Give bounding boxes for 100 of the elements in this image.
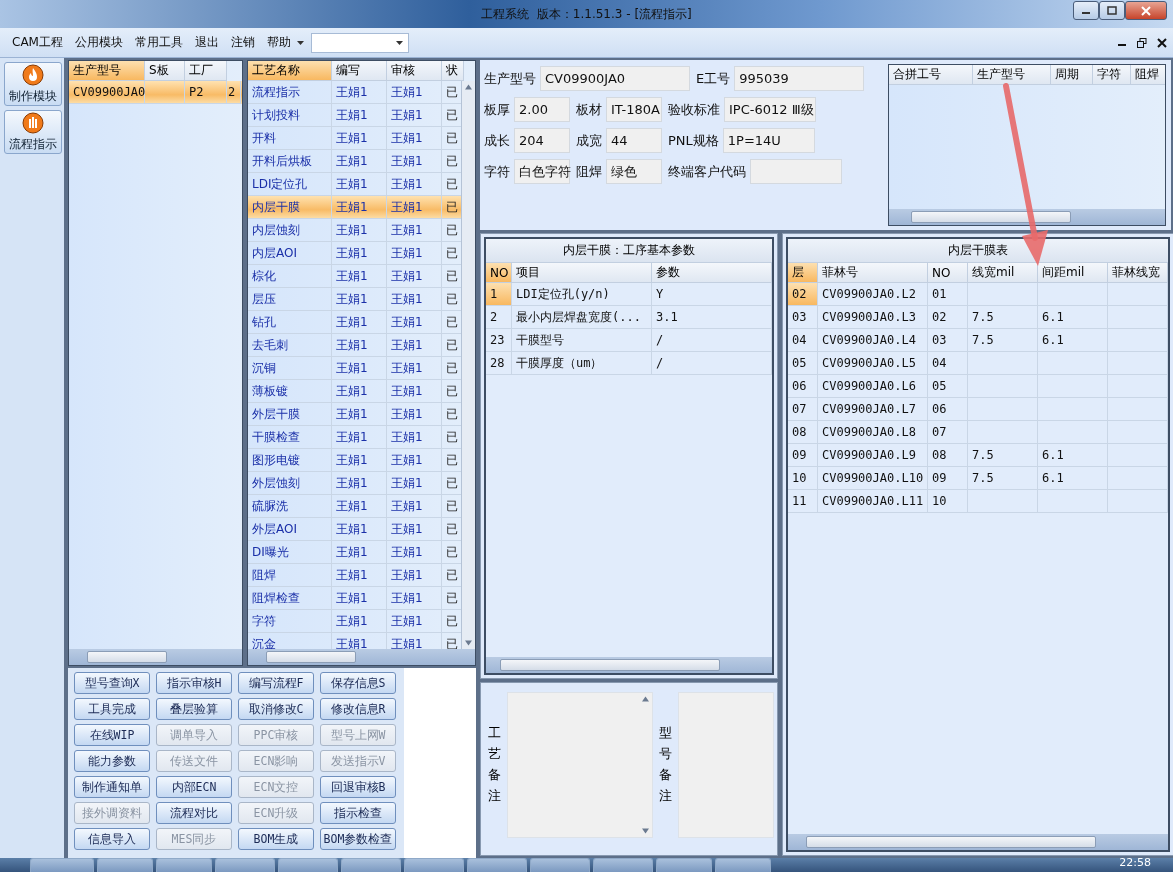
column-header[interactable]: 审核 [387, 61, 442, 81]
grid-row[interactable]: 04 CV09900JA0.L4 03 7.5 6.1 [788, 329, 1168, 352]
action-button[interactable]: 叠层验算 [156, 698, 232, 720]
column-header[interactable]: 合拼工号 [889, 65, 973, 85]
action-button[interactable]: BOM生成 [238, 828, 314, 850]
grid-row[interactable]: 1 LDI定位孔(y/n) Y [486, 283, 772, 306]
action-button[interactable]: 制作通知单 [74, 776, 150, 798]
action-button[interactable]: 取消修改C [238, 698, 314, 720]
taskbar-button[interactable] [156, 858, 212, 872]
input-field[interactable]: CV09900JA0 [540, 66, 690, 91]
column-header[interactable]: 参数 [652, 263, 772, 283]
input-field[interactable]: 白色字符 [514, 159, 570, 184]
grid-row[interactable]: 28 干膜厚度（um） / [486, 352, 772, 375]
action-button[interactable]: 指示审核H [156, 672, 232, 694]
grid-row[interactable]: 内层干膜 王娟1 王娟1 已 [248, 196, 461, 219]
action-button[interactable]: 能力参数 [74, 750, 150, 772]
horizontal-scrollbar[interactable] [486, 656, 772, 673]
column-header[interactable]: 周期 [1051, 65, 1093, 85]
action-button[interactable]: 在线WIP [74, 724, 150, 746]
taskbar-button[interactable] [593, 858, 653, 872]
column-header[interactable]: NO [486, 263, 512, 283]
caret-icon[interactable] [296, 39, 305, 46]
minimize-button[interactable] [1073, 1, 1099, 20]
input-field[interactable]: IPC-6012 Ⅲ级 [724, 97, 816, 122]
input-field[interactable]: 44 [606, 128, 662, 153]
grid-row[interactable]: CV09900JA0 P2 2 [69, 81, 242, 104]
column-header[interactable]: 状 [442, 61, 464, 81]
input-field[interactable]: 绿色 [606, 159, 662, 184]
horizontal-scrollbar[interactable] [889, 209, 1165, 225]
taskbar-button[interactable] [30, 858, 94, 872]
taskbar-button[interactable] [215, 858, 275, 872]
restore-icon[interactable] [1137, 37, 1147, 48]
column-header[interactable]: 间距mil [1038, 263, 1108, 283]
grid-row[interactable]: 08 CV09900JA0.L8 07 [788, 421, 1168, 444]
column-header[interactable]: 工厂 [185, 61, 227, 81]
close-icon[interactable] [1157, 37, 1167, 48]
column-header[interactable]: 项目 [512, 263, 652, 283]
action-button[interactable]: 信息导入 [74, 828, 150, 850]
scroll-up-icon[interactable] [641, 695, 649, 702]
action-button[interactable]: BOM参数检查 [320, 828, 396, 850]
grid-row[interactable]: 05 CV09900JA0.L5 04 [788, 352, 1168, 375]
maximize-button[interactable] [1099, 1, 1125, 20]
action-button[interactable]: 流程对比 [156, 802, 232, 824]
column-header[interactable]: 菲林号 [818, 263, 928, 283]
taskbar-button[interactable] [467, 858, 527, 872]
column-header[interactable]: 层 [788, 263, 818, 283]
action-button[interactable]: 工具完成 [74, 698, 150, 720]
scroll-down-icon[interactable] [641, 828, 649, 834]
input-field[interactable]: 1P=14U [722, 128, 815, 153]
grid-row[interactable]: 07 CV09900JA0.L7 06 [788, 398, 1168, 421]
action-button[interactable]: 回退审核B [320, 776, 396, 798]
column-header[interactable]: 生产型号 [69, 61, 145, 81]
menu-item[interactable]: 注销 [224, 34, 261, 51]
action-button[interactable]: 指示检查 [320, 802, 396, 824]
grid-row[interactable]: 09 CV09900JA0.L9 08 7.5 6.1 [788, 444, 1168, 467]
grid-row[interactable]: 02 CV09900JA0.L2 01 [788, 283, 1168, 306]
taskbar-button[interactable] [404, 858, 464, 872]
horizontal-scrollbar[interactable] [248, 649, 475, 665]
grid-row[interactable]: 23 干膜型号 / [486, 329, 772, 352]
column-header[interactable]: S板 [145, 61, 185, 81]
input-field[interactable]: 995039 [734, 66, 865, 91]
menu-item[interactable]: CAM工程 [6, 34, 69, 51]
action-button[interactable]: 型号查询X [74, 672, 150, 694]
input-field[interactable]: IT-180A [606, 97, 662, 122]
column-header[interactable]: 菲林线宽 [1108, 263, 1168, 283]
close-button[interactable] [1125, 1, 1167, 20]
input-field[interactable]: 204 [514, 128, 570, 153]
taskbar-button[interactable] [715, 858, 771, 872]
column-header[interactable]: 字符 [1093, 65, 1131, 85]
menu-item[interactable]: 公用模块 [68, 34, 129, 51]
horizontal-scrollbar[interactable] [69, 649, 242, 665]
module-button[interactable]: 制作模块 [4, 62, 62, 106]
module-button[interactable]: 流程指示 [4, 110, 62, 154]
menu-item[interactable]: 帮助 [260, 34, 297, 51]
input-field[interactable]: 2.00 [514, 97, 570, 122]
action-button[interactable]: 修改信息R [320, 698, 396, 720]
column-header[interactable]: 编写 [332, 61, 387, 81]
scroll-down-icon[interactable] [465, 640, 472, 646]
grid-row[interactable]: 06 CV09900JA0.L6 05 [788, 375, 1168, 398]
column-header[interactable]: NO [928, 263, 968, 283]
notes-field[interactable] [507, 691, 653, 838]
combo-box[interactable] [310, 32, 409, 53]
menu-item[interactable]: 退出 [188, 34, 225, 51]
grid-row[interactable]: 11 CV09900JA0.L11 10 [788, 490, 1168, 513]
grid-row[interactable]: 10 CV09900JA0.L10 09 7.5 6.1 [788, 467, 1168, 490]
maximize-icon[interactable] [1107, 5, 1117, 16]
taskbar-button[interactable] [278, 858, 338, 872]
column-header[interactable]: 生产型号 [973, 65, 1051, 85]
action-button[interactable]: 保存信息S [320, 672, 396, 694]
taskbar-button[interactable] [656, 858, 712, 872]
grid-row[interactable]: 03 CV09900JA0.L3 02 7.5 6.1 [788, 306, 1168, 329]
horizontal-scrollbar[interactable] [788, 834, 1168, 850]
action-button[interactable]: 内部ECN [156, 776, 232, 798]
action-button[interactable]: 编写流程F [238, 672, 314, 694]
input-field[interactable] [750, 159, 842, 184]
taskbar-button[interactable] [341, 858, 401, 872]
column-header[interactable]: 阻焊 [1131, 65, 1165, 85]
grid-row[interactable]: 2 最小内层焊盘宽度(... 3.1 [486, 306, 772, 329]
menu-item[interactable]: 常用工具 [128, 34, 189, 51]
vertical-scrollbar[interactable] [461, 81, 475, 649]
